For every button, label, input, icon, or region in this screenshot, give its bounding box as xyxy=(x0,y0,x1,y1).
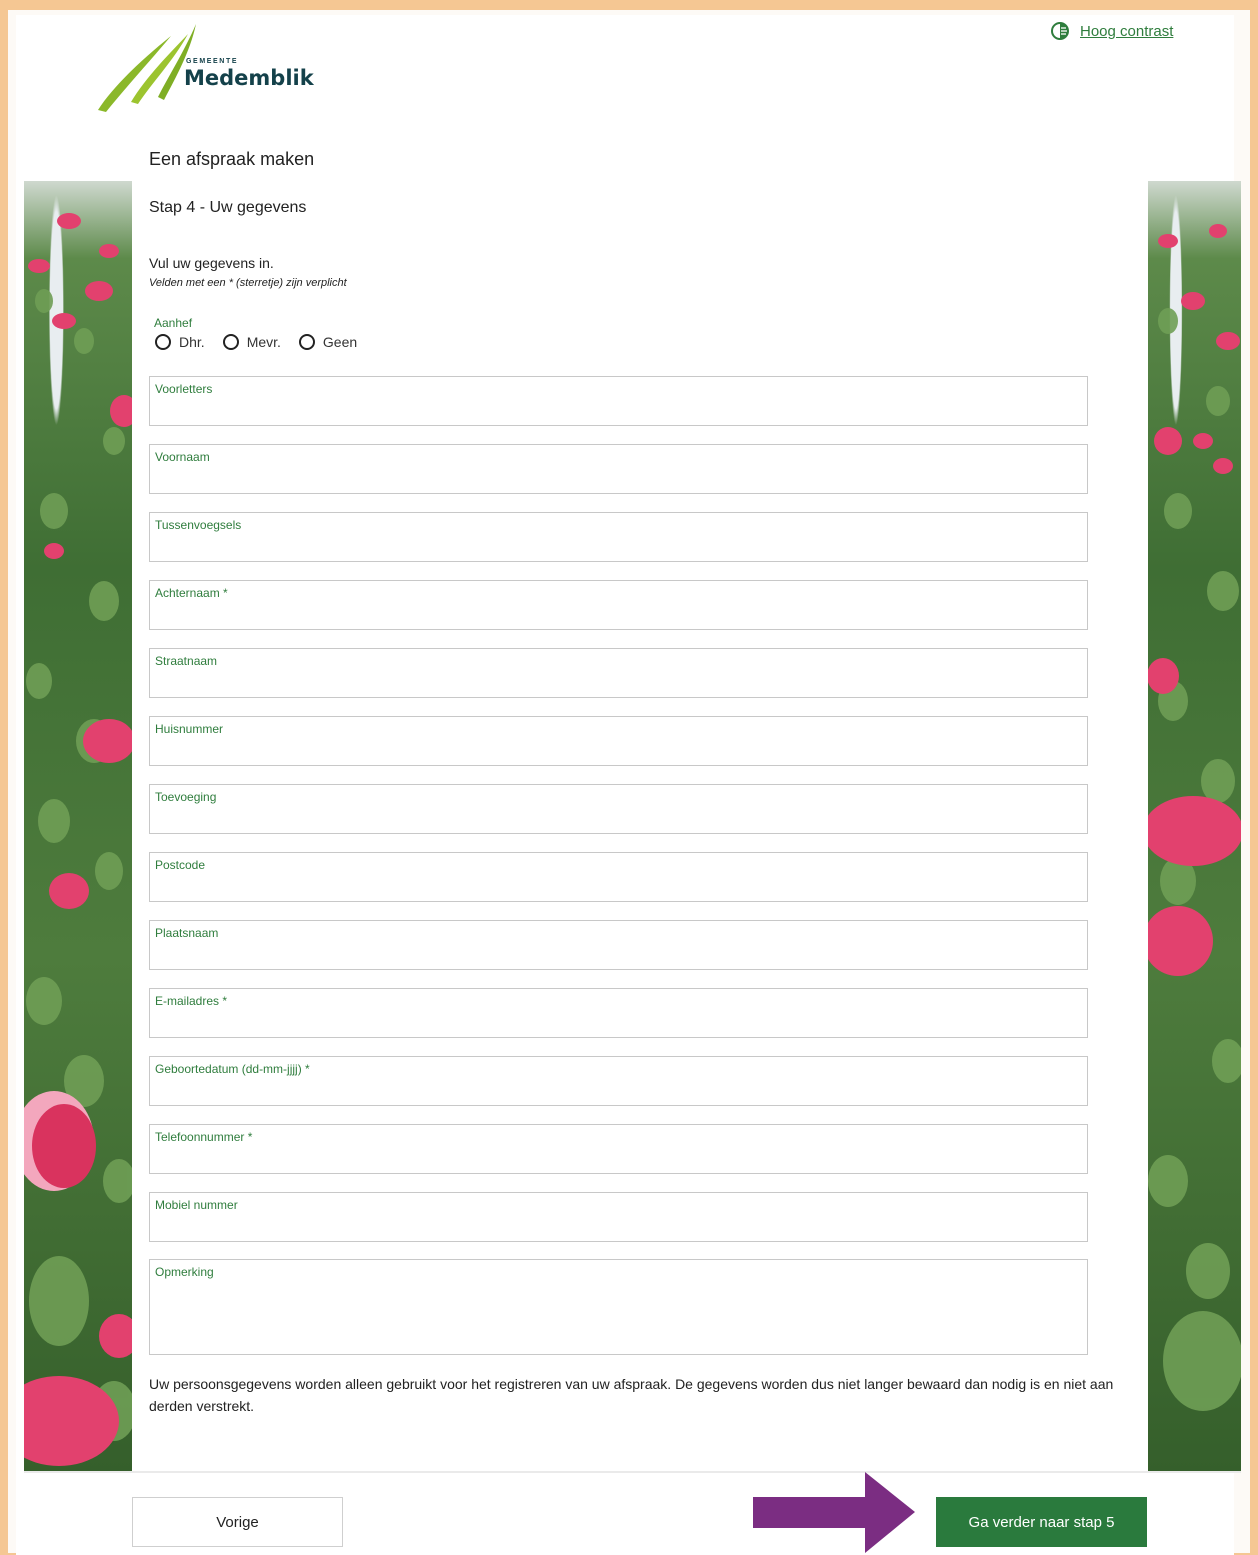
aanhef-label: Aanhef xyxy=(154,316,193,330)
next-step-button[interactable]: Ga verder naar stap 5 xyxy=(936,1497,1147,1547)
radio-mevr[interactable]: Mevr. xyxy=(222,334,281,350)
high-contrast-toggle[interactable]: Hoog contrast xyxy=(1050,21,1173,41)
postcode-field[interactable]: Postcode xyxy=(149,852,1088,902)
field-label: Mobiel nummer xyxy=(155,1198,238,1212)
plaatsnaam-field[interactable]: Plaatsnaam xyxy=(149,920,1088,970)
radio-dhr[interactable]: Dhr. xyxy=(155,334,205,350)
high-contrast-link[interactable]: Hoog contrast xyxy=(1080,23,1173,40)
straatnaam-field[interactable]: Straatnaam xyxy=(149,648,1088,698)
geboortedatum-field[interactable]: Geboortedatum (dd-mm-jjjj) * xyxy=(149,1056,1088,1106)
radio-label: Dhr. xyxy=(179,334,205,350)
field-label: Voornaam xyxy=(155,450,210,464)
toevoeging-field[interactable]: Toevoeging xyxy=(149,784,1088,834)
field-label: Huisnummer xyxy=(155,722,224,736)
radio-circle[interactable] xyxy=(222,334,239,350)
page-title: Een afspraak maken xyxy=(149,149,315,169)
left-flower-image xyxy=(24,181,132,1472)
step-title: Stap 4 - Uw gegevens xyxy=(149,199,307,216)
radio-circle[interactable] xyxy=(155,334,171,350)
field-label: Postcode xyxy=(155,858,206,872)
field-label: Geboortedatum (dd-mm-jjjj) * xyxy=(155,1062,310,1076)
telefoonnummer-field[interactable]: Telefoonnummer * xyxy=(149,1124,1088,1174)
aanhef-radio-group: Dhr. Mevr. Geen xyxy=(155,334,357,350)
radio-geen[interactable]: Geen xyxy=(298,334,358,350)
radio-label: Mevr. xyxy=(246,334,281,350)
field-label: Straatnaam xyxy=(155,654,218,668)
field-label: Voorletters xyxy=(155,382,213,396)
field-label: Tussenvoegsels xyxy=(155,518,242,532)
field-label: Opmerking xyxy=(155,1265,214,1279)
field-label: Toevoeging xyxy=(155,790,217,804)
field-label: Achternaam * xyxy=(155,586,228,600)
email-field[interactable]: E-mailadres * xyxy=(149,988,1088,1038)
voornaam-field[interactable]: Voornaam xyxy=(149,444,1088,494)
privacy-text: Uw persoonsgegevens worden alleen gebrui… xyxy=(149,1376,1114,1414)
logo-name: Medemblik xyxy=(184,66,314,90)
field-label: Plaatsnaam xyxy=(155,926,219,940)
field-label: Telefoonnummer * xyxy=(155,1130,253,1144)
logo-subtitle: GEMEENTE xyxy=(186,58,239,65)
opmerking-field[interactable]: Opmerking xyxy=(149,1259,1088,1355)
arrow-right-icon xyxy=(753,1472,915,1553)
huisnummer-field[interactable]: Huisnummer xyxy=(149,716,1088,766)
intro-text: Vul uw gegevens in. xyxy=(149,255,274,271)
footer-divider xyxy=(24,1471,1241,1473)
mobiel-nummer-field[interactable]: Mobiel nummer xyxy=(149,1192,1088,1242)
required-note: Velden met een * (sterretje) zijn verpli… xyxy=(149,277,347,289)
field-label: E-mailadres * xyxy=(155,994,228,1008)
contrast-icon xyxy=(1051,22,1069,40)
previous-button[interactable]: Vorige xyxy=(132,1497,343,1547)
achternaam-field[interactable]: Achternaam * xyxy=(149,580,1088,630)
tussenvoegsels-field[interactable]: Tussenvoegsels xyxy=(149,512,1088,562)
right-flower-image xyxy=(1148,181,1241,1472)
radio-circle[interactable] xyxy=(298,334,315,350)
radio-label: Geen xyxy=(322,334,358,350)
logo[interactable]: GEMEENTE Medemblik xyxy=(96,22,314,117)
voorletters-field[interactable]: Voorletters xyxy=(149,376,1088,426)
